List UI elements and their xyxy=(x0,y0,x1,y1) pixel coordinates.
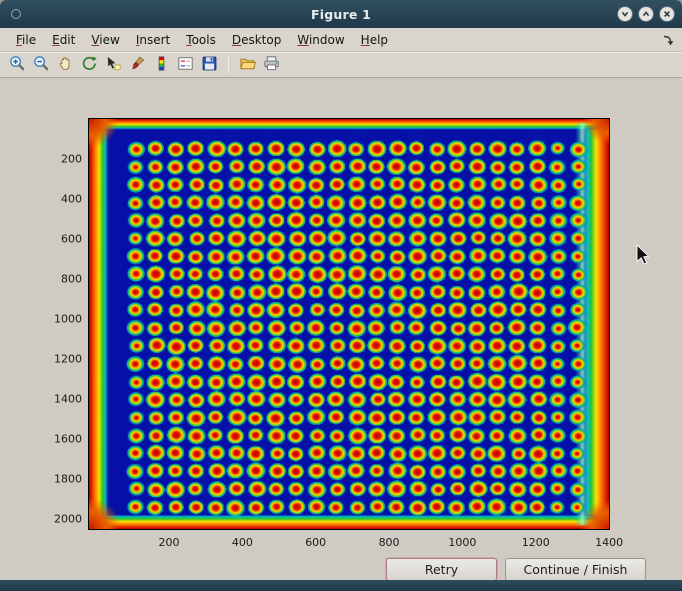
dock-figure-button[interactable] xyxy=(659,31,677,49)
open-button[interactable] xyxy=(236,54,259,76)
y-tick-label: 400 xyxy=(36,193,82,206)
pan-icon xyxy=(56,54,75,76)
menu-file[interactable]: File xyxy=(8,30,44,50)
legend-button[interactable] xyxy=(174,54,197,76)
window-controls xyxy=(617,6,675,22)
menu-insert[interactable]: Insert xyxy=(128,30,178,50)
x-tick-label: 600 xyxy=(305,536,326,549)
save-icon xyxy=(200,54,219,76)
close-button[interactable] xyxy=(659,6,675,22)
x-tick-label: 800 xyxy=(379,536,400,549)
continue-finish-button[interactable]: Continue / Finish xyxy=(505,558,646,581)
colorbar-button[interactable] xyxy=(150,54,173,76)
y-tick-label: 1800 xyxy=(36,473,82,486)
y-tick-label: 1000 xyxy=(36,313,82,326)
x-tick-label: 1400 xyxy=(595,536,623,549)
rotate-3d-icon xyxy=(80,54,99,76)
x-tick-label: 200 xyxy=(158,536,179,549)
legend-icon xyxy=(176,54,195,76)
menu-window[interactable]: Window xyxy=(289,30,352,50)
menu-bar: FileEditViewInsertToolsDesktopWindowHelp xyxy=(0,28,682,52)
menu-desktop[interactable]: Desktop xyxy=(224,30,290,50)
x-tick-label: 1200 xyxy=(522,536,550,549)
chevron-up-icon xyxy=(641,9,651,19)
data-cursor-icon xyxy=(104,54,123,76)
minimize-button[interactable] xyxy=(617,6,633,22)
zoom-out-icon xyxy=(32,54,51,76)
y-tick-label: 1600 xyxy=(36,433,82,446)
x-tick-label: 400 xyxy=(232,536,253,549)
maximize-button[interactable] xyxy=(638,6,654,22)
save-button[interactable] xyxy=(198,54,221,76)
window-bottom-border xyxy=(0,580,682,591)
menu-tools[interactable]: Tools xyxy=(178,30,224,50)
zoom-out-button[interactable] xyxy=(30,54,53,76)
y-tick-label: 800 xyxy=(36,273,82,286)
y-tick-label: 600 xyxy=(36,233,82,246)
pan-button[interactable] xyxy=(54,54,77,76)
figure-content: Retry Continue / Finish 200 400 600 800 1000… xyxy=(0,78,682,580)
zoom-in-button[interactable] xyxy=(6,54,29,76)
close-icon xyxy=(662,9,672,19)
data-cursor-button[interactable] xyxy=(102,54,125,76)
menu-view[interactable]: View xyxy=(83,30,127,50)
brush-icon xyxy=(128,54,147,76)
zoom-in-icon xyxy=(8,54,27,76)
y-tick-label: 2000 xyxy=(36,513,82,526)
menu-edit[interactable]: Edit xyxy=(44,30,83,50)
window-titlebar[interactable]: Figure 1 xyxy=(0,0,682,28)
x-tick-label: 1000 xyxy=(448,536,476,549)
print-icon xyxy=(262,54,281,76)
dock-arrow-icon xyxy=(662,34,675,47)
brush-button[interactable] xyxy=(126,54,149,76)
y-tick-label: 200 xyxy=(36,153,82,166)
chevron-down-icon xyxy=(620,9,630,19)
colorbar-icon xyxy=(152,54,171,76)
toolbar-separator xyxy=(228,56,229,73)
menu-help[interactable]: Help xyxy=(353,30,396,50)
figure-plot[interactable] xyxy=(88,118,610,530)
print-button[interactable] xyxy=(260,54,283,76)
window-title: Figure 1 xyxy=(0,7,682,22)
figure-window: Figure 1 FileEditViewInsertToolsDesktopW… xyxy=(0,0,682,591)
retry-button[interactable]: Retry xyxy=(386,558,497,581)
y-tick-label: 1400 xyxy=(36,393,82,406)
mouse-cursor xyxy=(636,244,650,265)
y-tick-label: 1200 xyxy=(36,353,82,366)
toolbar xyxy=(0,52,682,78)
open-icon xyxy=(238,54,257,76)
rotate-3d-button[interactable] xyxy=(78,54,101,76)
